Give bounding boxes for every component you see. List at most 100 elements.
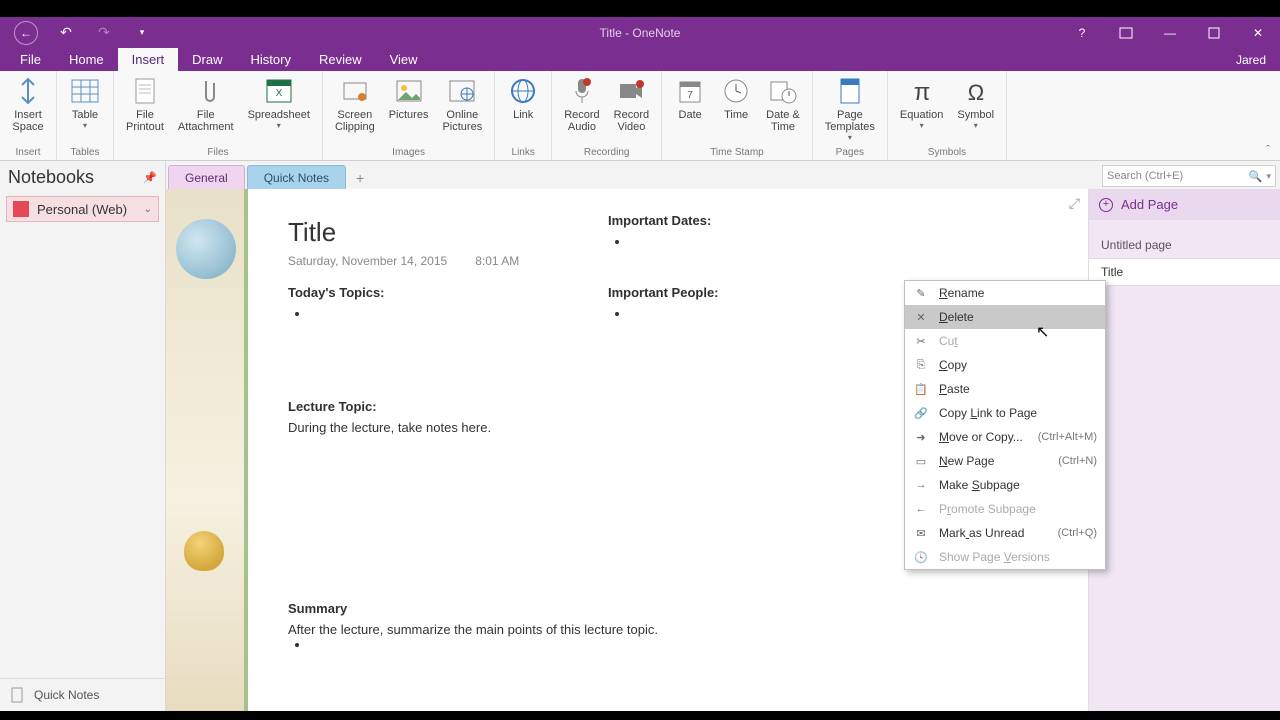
- ribbon-file-printout[interactable]: File Printout: [120, 73, 170, 147]
- search-input[interactable]: Search (Ctrl+E) 🔍 ▾: [1102, 165, 1276, 187]
- svg-text:X: X: [275, 88, 282, 99]
- ctx-copy-link-to-page[interactable]: 🔗Copy Link to Page: [905, 401, 1105, 425]
- important-people-block[interactable]: Important People:: [608, 285, 719, 321]
- expand-page-icon[interactable]: ⤢: [1069, 195, 1080, 212]
- notebook-item[interactable]: Personal (Web) ⌄: [6, 196, 159, 222]
- ctx-make-subpage[interactable]: →Make Subpage: [905, 473, 1105, 497]
- ribbon-online-pictures[interactable]: Online Pictures: [436, 73, 488, 147]
- ribbon-label: Date: [679, 109, 702, 121]
- ctx-label: Show Page Versions: [939, 550, 1097, 564]
- ctx-mark-as-unread[interactable]: ✉Mark as Unread(Ctrl+Q): [905, 521, 1105, 545]
- equation-icon: π: [906, 75, 938, 107]
- ctx-new-page[interactable]: ▭New Page(Ctrl+N): [905, 449, 1105, 473]
- svg-text:7: 7: [687, 90, 693, 101]
- ribbon-date[interactable]: 7 Date: [668, 73, 712, 147]
- ribbon-video[interactable]: Record Video: [608, 73, 655, 147]
- symbol-icon: Ω: [960, 75, 992, 107]
- add-section-button[interactable]: +: [348, 167, 372, 189]
- add-page-button[interactable]: + Add Page: [1089, 189, 1280, 220]
- ctx-label: Paste: [939, 382, 1097, 396]
- unread-icon: ✉: [913, 525, 929, 541]
- ctx-delete[interactable]: ✕Delete: [905, 305, 1105, 329]
- ribbon-datetime[interactable]: Date & Time: [760, 73, 806, 147]
- ribbon-collapse-icon[interactable]: ˆ: [1256, 71, 1280, 160]
- redo-button[interactable]: ↷: [94, 23, 114, 43]
- qat-customize[interactable]: ▾: [132, 23, 152, 43]
- ribbon-link[interactable]: Link: [501, 73, 545, 147]
- menu-tab-review[interactable]: Review: [305, 48, 376, 71]
- link-icon: [507, 75, 539, 107]
- menu-tab-draw[interactable]: Draw: [178, 48, 236, 71]
- context-menu: ✎Rename✕Delete✂Cut⎘Copy📋Paste🔗Copy Link …: [904, 280, 1106, 570]
- lecture-body: During the lecture, take notes here.: [288, 420, 491, 435]
- important-dates-block[interactable]: Important Dates:: [608, 213, 711, 249]
- search-scope-dropdown[interactable]: ▾: [1266, 171, 1271, 182]
- ribbon-attachment[interactable]: File Attachment: [172, 73, 240, 147]
- quick-notes-shortcut[interactable]: Quick Notes: [0, 678, 165, 711]
- page-list-item-selected[interactable]: Title: [1089, 258, 1280, 286]
- menu-tab-insert[interactable]: Insert: [118, 48, 179, 71]
- pictures-icon: [393, 75, 425, 107]
- user-name[interactable]: Jared: [1222, 49, 1280, 71]
- datetime-icon: [767, 75, 799, 107]
- ribbon-label: Screen Clipping: [335, 109, 375, 133]
- ribbon-label: Table: [72, 109, 98, 121]
- spreadsheet-icon: X: [263, 75, 295, 107]
- svg-text:π: π: [913, 79, 930, 104]
- ribbon-table[interactable]: Table▾: [63, 73, 107, 147]
- ribbon-template[interactable]: Page Templates▾: [819, 73, 881, 147]
- ribbon-label: Date & Time: [766, 109, 800, 133]
- ribbon-group-label: Links: [512, 147, 535, 160]
- pin-icon[interactable]: 📌: [143, 171, 157, 184]
- help-button[interactable]: ?: [1062, 17, 1102, 48]
- ribbon-group-label: Files: [207, 147, 228, 160]
- maximize-button[interactable]: [1194, 17, 1234, 48]
- ctx-move-or-copy-[interactable]: ➜Move or Copy...(Ctrl+Alt+M): [905, 425, 1105, 449]
- ribbon-spreadsheet[interactable]: XSpreadsheet▾: [242, 73, 316, 147]
- ribbon-group-label: Recording: [584, 147, 630, 160]
- move-icon: ➜: [913, 429, 929, 445]
- menu-tab-history[interactable]: History: [237, 48, 305, 71]
- ribbon-time[interactable]: Time: [714, 73, 758, 147]
- page-timestamp: Saturday, November 14, 20158:01 AM: [288, 254, 1048, 268]
- page-list-panel: + Add Page Untitled page Title: [1088, 189, 1280, 711]
- ribbon-label: File Printout: [126, 109, 164, 133]
- ribbon-label: Pictures: [389, 109, 429, 121]
- new-page-icon: ▭: [913, 453, 929, 469]
- ribbon-symbol[interactable]: ΩSymbol▾: [951, 73, 1000, 147]
- summary-block[interactable]: Summary After the lecture, summarize the…: [288, 601, 658, 652]
- close-button[interactable]: ✕: [1238, 17, 1278, 48]
- ribbon-insert-space[interactable]: Insert Space: [6, 73, 50, 147]
- lecture-topic-block[interactable]: Lecture Topic: During the lecture, take …: [288, 399, 491, 435]
- ribbon-label: Insert Space: [12, 109, 43, 133]
- ribbon-pictures[interactable]: Pictures: [383, 73, 435, 147]
- back-button[interactable]: ←: [14, 21, 38, 45]
- promote-icon: ←: [913, 501, 929, 517]
- ribbon-label: Spreadsheet: [248, 109, 310, 121]
- fullscreen-button[interactable]: [1106, 17, 1146, 48]
- menu-tab-view[interactable]: View: [376, 48, 432, 71]
- ribbon-screen-clip[interactable]: Screen Clipping: [329, 73, 381, 147]
- video-icon: [615, 75, 647, 107]
- ribbon-group-label: Symbols: [928, 147, 966, 160]
- ctx-paste[interactable]: 📋Paste: [905, 377, 1105, 401]
- ctx-copy[interactable]: ⎘Copy: [905, 353, 1105, 377]
- section-tab-general[interactable]: General: [168, 165, 245, 189]
- add-page-label: Add Page: [1121, 197, 1178, 212]
- minimize-button[interactable]: —: [1150, 17, 1190, 48]
- file-tab[interactable]: File: [6, 48, 55, 71]
- ribbon-group-label: Pages: [836, 147, 864, 160]
- ribbon-equation[interactable]: πEquation▾: [894, 73, 949, 147]
- ctx-promote-subpage: ←Promote Subpage: [905, 497, 1105, 521]
- todays-topics-block[interactable]: Today's Topics:: [288, 285, 385, 321]
- ribbon-audio[interactable]: Record Audio: [558, 73, 605, 147]
- attachment-icon: [190, 75, 222, 107]
- page-icon: [10, 687, 26, 703]
- undo-button[interactable]: ↶: [56, 23, 76, 43]
- ctx-rename[interactable]: ✎Rename: [905, 281, 1105, 305]
- page-list-item[interactable]: Untitled page: [1089, 232, 1280, 258]
- section-tab-quicknotes[interactable]: Quick Notes: [247, 165, 346, 189]
- notebooks-panel: Notebooks 📌 Personal (Web) ⌄ Quick Notes: [0, 161, 166, 711]
- menu-tab-home[interactable]: Home: [55, 48, 118, 71]
- insert-space-icon: [12, 75, 44, 107]
